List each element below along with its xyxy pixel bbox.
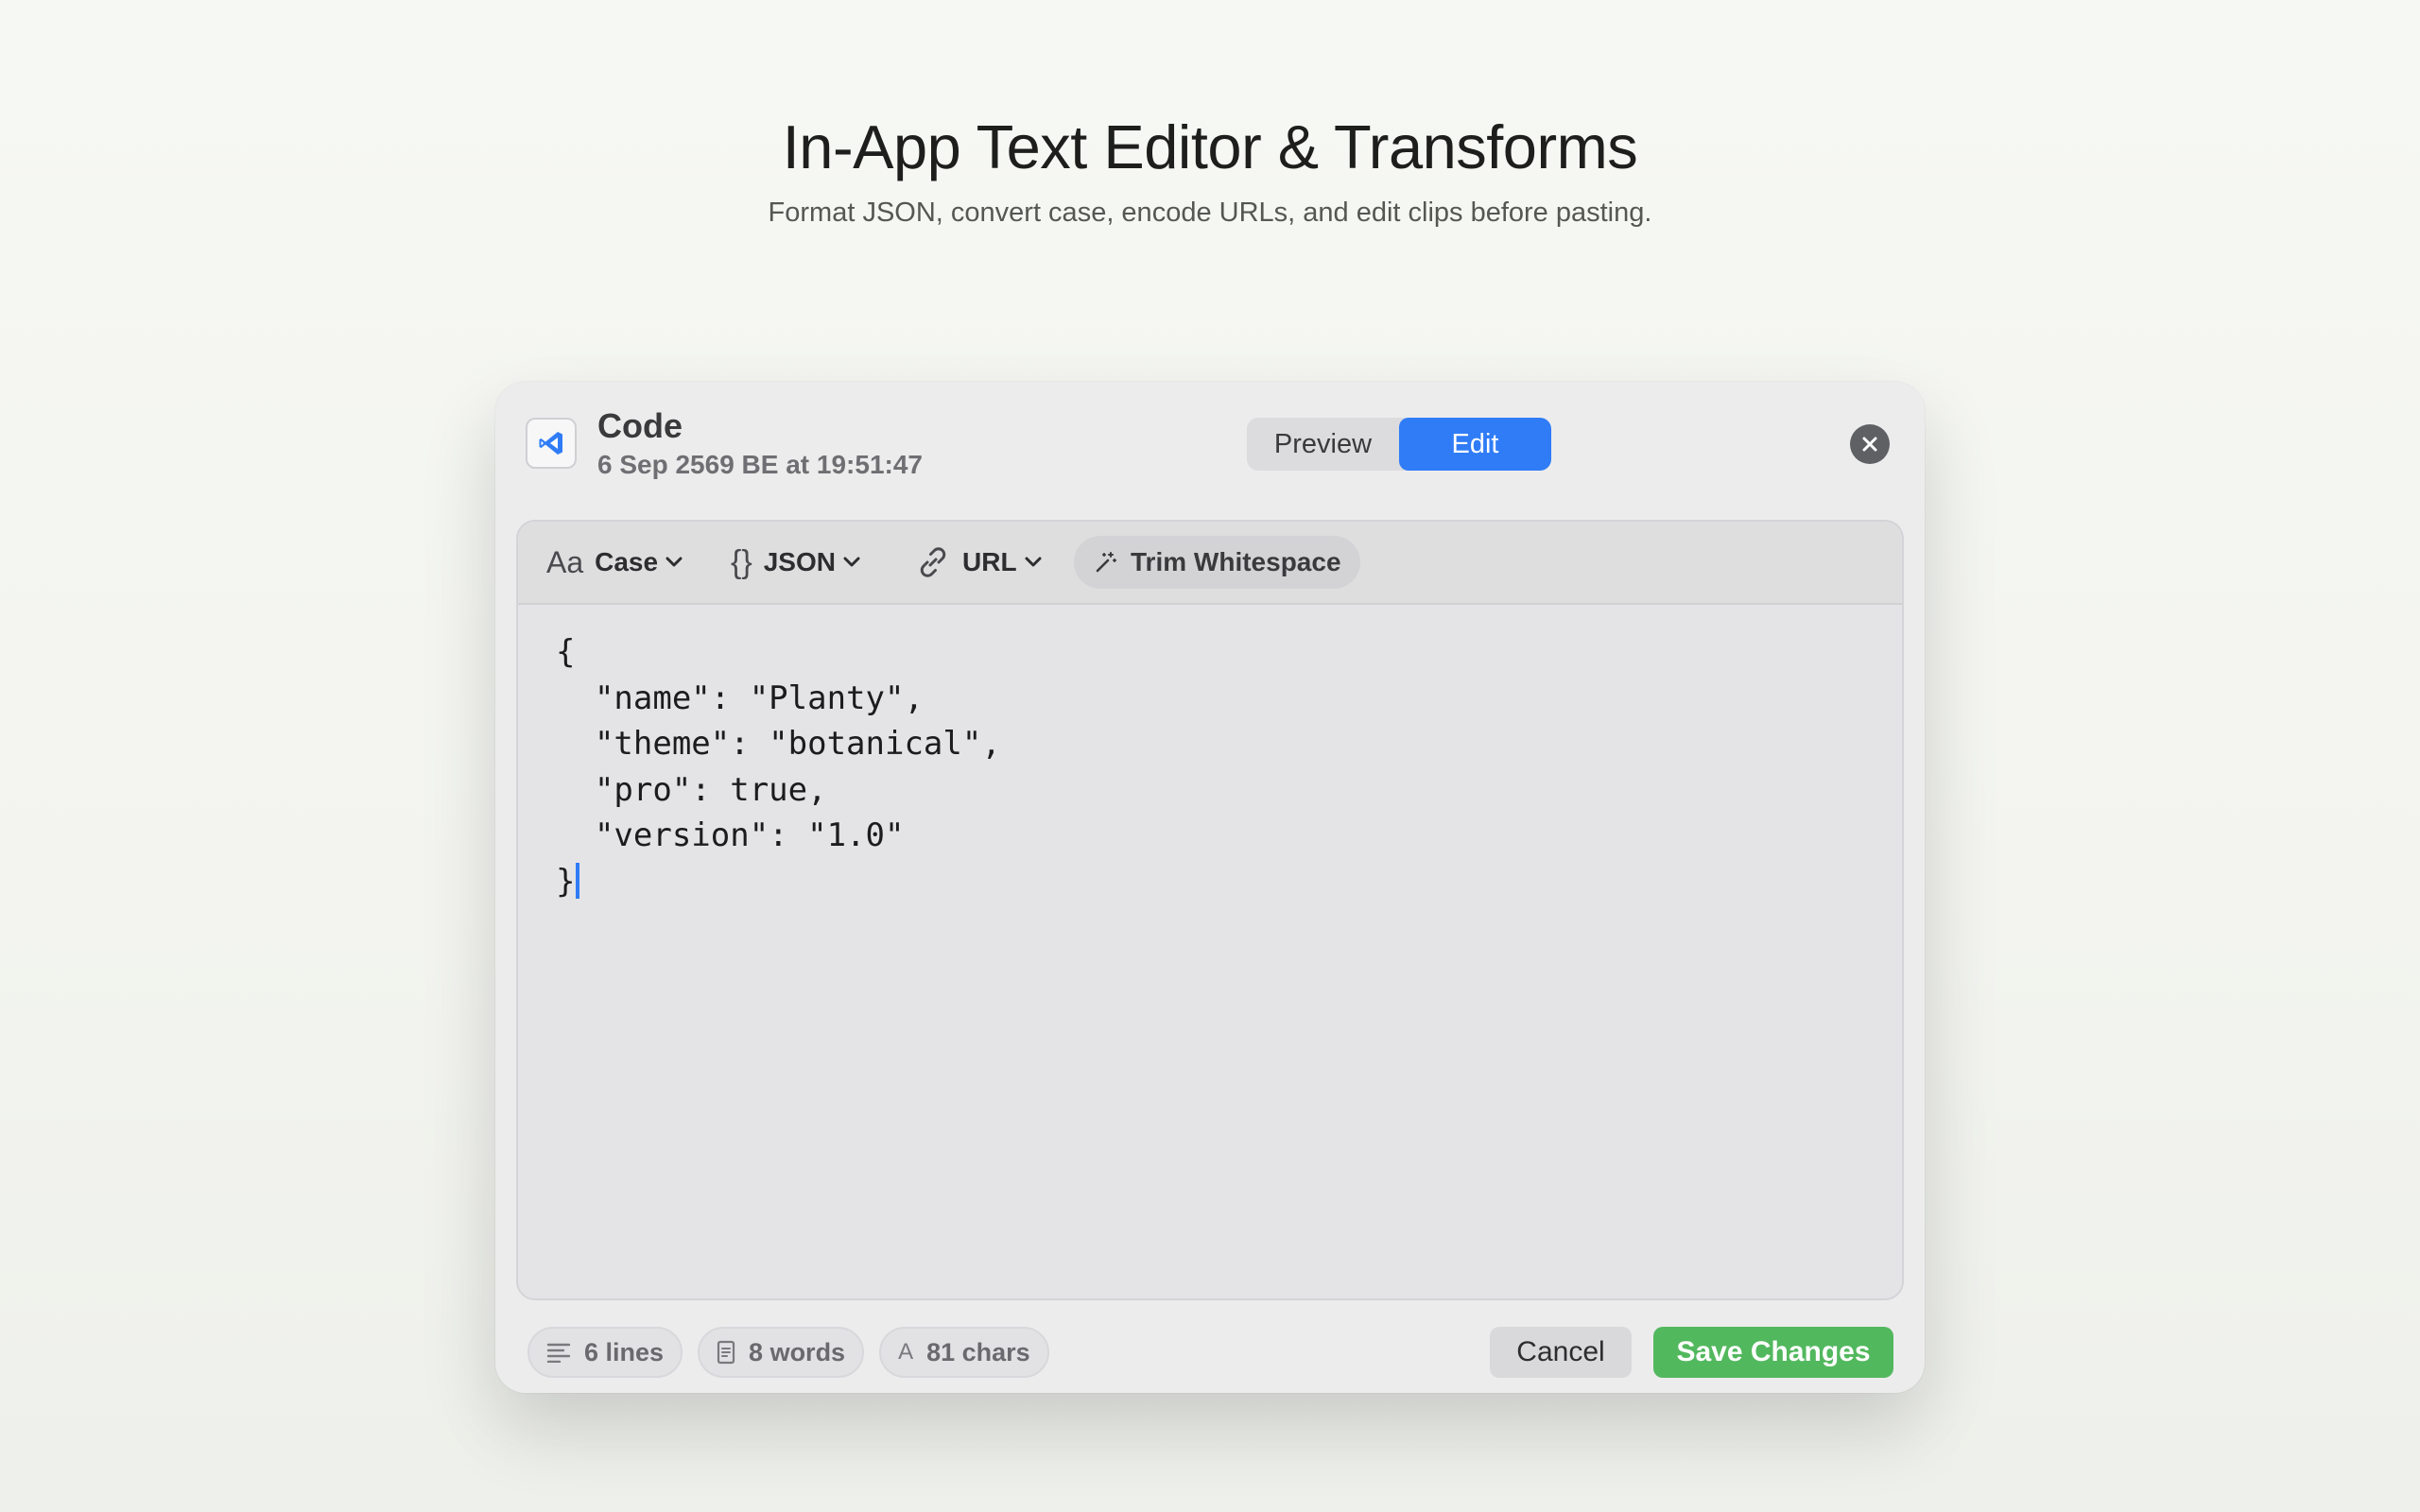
character-icon: A [898,1339,914,1365]
code-line: { [556,633,576,671]
hero: In-App Text Editor & Transforms Format J… [0,112,2420,229]
trim-label: Trim Whitespace [1131,547,1341,576]
code-line: "theme": "botanical", [556,725,1001,763]
chevron-down-icon [1025,557,1042,567]
json-label: JSON [763,547,836,576]
lines-count: 6 lines [584,1337,665,1366]
close-icon [1862,437,1877,452]
transform-toolbar: Aa Case {} JSON URL Trim Whitespace [518,522,1902,605]
json-menu-button[interactable]: {} JSON [731,536,915,589]
close-button[interactable] [1850,424,1890,464]
trim-whitespace-button[interactable]: Trim Whitespace [1074,536,1360,589]
clip-kind-title: Code [597,406,683,445]
code-line-last: } [556,859,1902,905]
url-menu-button[interactable]: URL [915,536,1074,589]
vscode-icon [526,418,577,469]
chevron-down-icon [666,557,683,567]
case-icon: Aa [546,544,584,579]
lines-count-badge: 6 lines [527,1327,683,1378]
mode-segmented-control: Preview Edit [1247,418,1551,471]
document-icon [717,1340,735,1365]
chars-count-badge: A 81 chars [879,1327,1049,1378]
clip-timestamp: 6 Sep 2569 BE at 19:51:47 [597,450,923,479]
code-line: "version": "1.0" [556,816,905,854]
case-label: Case [595,547,659,576]
case-menu-button[interactable]: Aa Case [546,536,731,589]
text-caret [576,862,580,899]
chevron-down-icon [843,557,860,567]
hero-title: In-App Text Editor & Transforms [782,112,1638,181]
code-editor[interactable]: { "name": "Planty", "theme": "botanical"… [518,605,1902,1298]
clip-editor-dialog: Code 6 Sep 2569 BE at 19:51:47 Preview E… [495,382,1925,1393]
link-icon [920,547,946,577]
editor-panel: Aa Case {} JSON URL Trim Whitespace {"n… [516,520,1904,1300]
magic-wand-icon [1096,552,1116,573]
braces-icon: {} [731,543,752,580]
code-line-text: } [556,862,576,901]
cancel-button[interactable]: Cancel [1490,1327,1632,1378]
url-label: URL [962,547,1017,576]
stats-footer: 6 lines 8 words A 81 chars [527,1327,1049,1378]
hero-subtitle: Format JSON, convert case, encode URLs, … [768,198,1652,228]
preview-tab[interactable]: Preview [1247,418,1399,471]
words-count: 8 words [749,1337,846,1366]
lines-icon [546,1343,571,1363]
chars-count: 81 chars [926,1337,1030,1366]
code-line: "name": "Planty", [556,679,924,717]
code-line: "pro": true, [556,770,827,809]
save-changes-button[interactable]: Save Changes [1653,1327,1893,1378]
edit-tab[interactable]: Edit [1399,418,1551,471]
words-count-badge: 8 words [698,1327,865,1378]
